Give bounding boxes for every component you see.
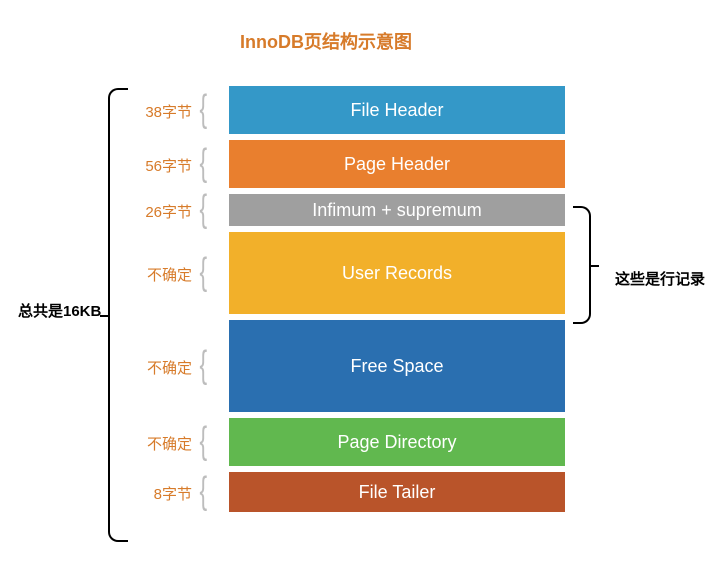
size-label: 不确定 (137, 433, 192, 454)
size-label: 不确定 (137, 264, 192, 285)
block-label: Page Directory (337, 432, 456, 453)
brace-icon: { (200, 253, 208, 291)
brace-icon: { (200, 90, 208, 128)
block-label: User Records (342, 263, 452, 284)
block-file-tailer: File Tailer (229, 472, 565, 512)
block-page-directory: Page Directory (229, 418, 565, 466)
brace-icon: { (200, 190, 208, 228)
block-file-header: File Header (229, 86, 565, 134)
total-size-label: 总共是16KB (18, 300, 101, 321)
brace-icon: { (200, 422, 208, 460)
block-label: File Tailer (359, 482, 436, 503)
page-structure-stack: File Header Page Header Infimum + supremum… (229, 86, 565, 518)
brace-icon: { (200, 144, 208, 182)
row-records-label: 这些是行记录 (615, 268, 705, 289)
size-label: 26字节 (137, 201, 192, 222)
brace-icon: { (200, 346, 208, 384)
block-label: Infimum + supremum (312, 200, 482, 221)
block-label: Page Header (344, 154, 450, 175)
row-records-bracket (573, 206, 591, 324)
size-label: 8字节 (137, 483, 192, 504)
block-infimum-supremum: Infimum + supremum (229, 194, 565, 226)
diagram-title: InnoDB页结构示意图 (240, 28, 412, 54)
block-label: File Header (350, 100, 443, 121)
brace-icon: { (200, 472, 208, 510)
size-label: 不确定 (137, 357, 192, 378)
block-free-space: Free Space (229, 320, 565, 412)
size-label: 38字节 (137, 101, 192, 122)
total-bracket (108, 88, 128, 542)
block-page-header: Page Header (229, 140, 565, 188)
block-label: Free Space (350, 356, 443, 377)
size-label: 56字节 (137, 155, 192, 176)
block-user-records: User Records (229, 232, 565, 314)
